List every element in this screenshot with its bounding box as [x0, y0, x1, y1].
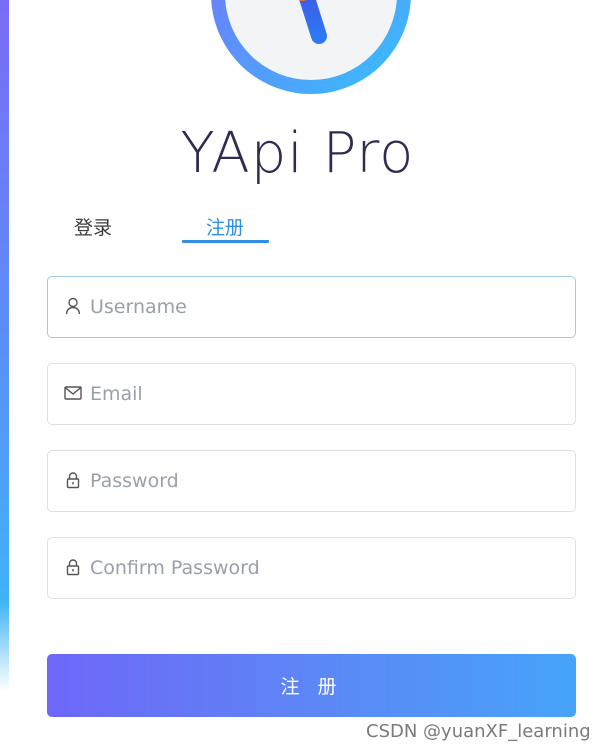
username-input[interactable]: [90, 277, 560, 337]
register-button[interactable]: 注 册: [47, 654, 576, 717]
active-tab-indicator: [182, 240, 269, 243]
confirm-password-input[interactable]: [90, 538, 560, 598]
lock-icon: [64, 471, 82, 489]
tab-login[interactable]: 登录: [69, 210, 117, 246]
user-icon: [64, 297, 82, 315]
username-field: [47, 276, 576, 338]
confirm-password-field: [47, 537, 576, 599]
mail-icon: [64, 384, 82, 402]
auth-tabs: 登录 注册: [47, 210, 575, 246]
email-field: [47, 363, 576, 425]
lock-icon: [64, 558, 82, 576]
background-strip: [0, 0, 9, 751]
app-logo: [211, 0, 411, 94]
app-title: YApi Pro: [180, 121, 415, 186]
watermark-text: CSDN @yuanXF_learning: [366, 721, 591, 742]
email-input[interactable]: [90, 364, 560, 424]
password-input[interactable]: [90, 451, 560, 511]
password-field: [47, 450, 576, 512]
